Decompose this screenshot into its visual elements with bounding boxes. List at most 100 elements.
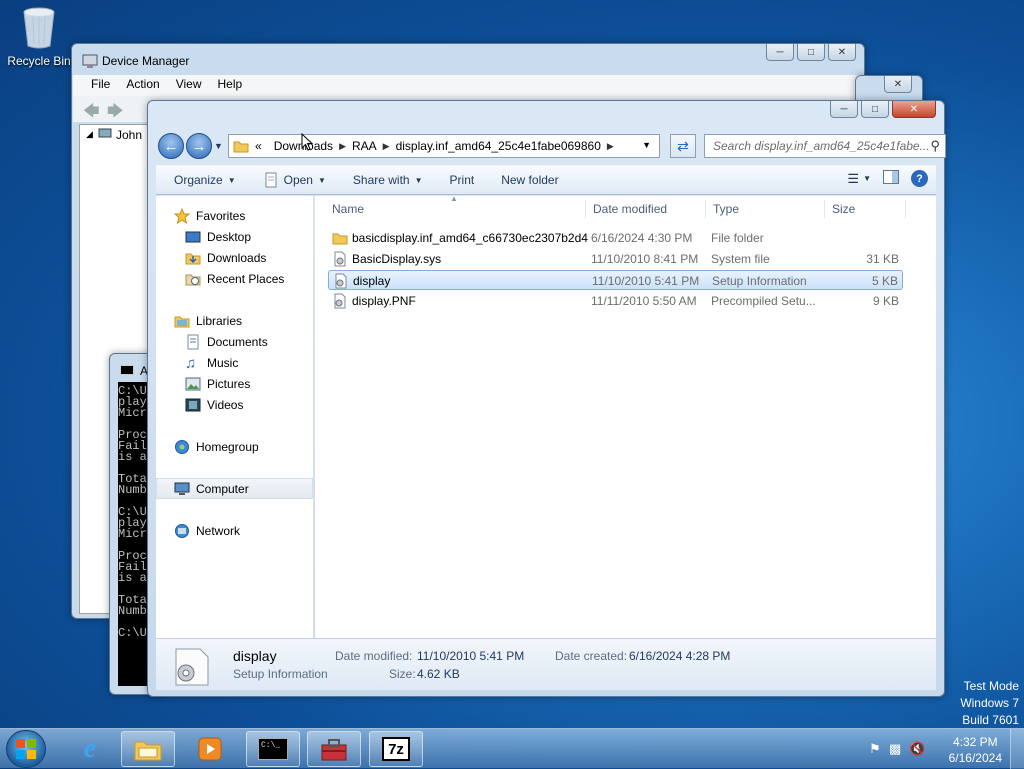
7zip-taskbar-button[interactable]: 7z [369,731,423,767]
close-button[interactable]: ✕ [892,101,936,118]
volume-muted-icon[interactable]: 🔇 [909,741,925,757]
watermark-line: Test Mode [963,679,1019,693]
preview-pane-icon[interactable] [883,170,899,187]
details-date-created-value: 6/16/2024 4:28 PM [629,649,731,663]
recycle-bin-desktop-icon[interactable]: Recycle Bin [4,6,74,68]
nav-downloads[interactable]: Downloads [156,247,313,268]
system-tray: ⚑ ▩ 🔇 4:32 PM 6/16/2024 [854,729,1024,769]
explorer-taskbar-button[interactable] [121,731,175,767]
breadcrumb-chevron-icon[interactable]: ▶ [607,141,614,152]
maximize-button[interactable]: □ [861,101,889,118]
file-date-modified: 11/11/2010 5:50 AM [591,294,697,308]
nav-homegroup[interactable]: Homegroup [156,436,313,457]
forward-arrow-icon[interactable]: 🡆 [107,100,124,127]
nav-pictures[interactable]: Pictures [156,373,313,394]
search-icon[interactable]: ⚲ [930,138,940,154]
videos-icon [185,397,201,413]
setup-info-icon [333,273,349,292]
refresh-button[interactable]: ⇄ [670,134,696,158]
file-row[interactable]: display.PNF 11/11/2010 5:50 AM Precompiled… [328,291,903,311]
breadcrumb-overflow[interactable]: « [249,139,268,153]
dropdown-arrow-icon: ▼ [317,175,326,185]
recycle-bin-label: Recycle Bin [7,54,71,68]
nav-music[interactable]: ♫ Music [156,352,313,373]
menu-file[interactable]: File [83,75,118,96]
7zip-icon: 7z [382,737,410,761]
file-type: System file [711,252,770,266]
nav-recent-places[interactable]: Recent Places [156,268,313,289]
breadcrumb-chevron-icon[interactable]: ▶ [339,141,346,152]
start-button[interactable] [6,730,46,768]
collapse-arrow-icon[interactable]: ◢ [86,129,93,140]
address-dropdown-icon[interactable]: ▼ [642,140,651,150]
share-with-button[interactable]: Share with ▼ [344,173,432,187]
column-name[interactable]: Name [332,202,364,216]
back-arrow-icon[interactable]: 🡄 [83,100,100,127]
print-button[interactable]: Print [441,173,484,187]
downloads-folder-icon [185,250,201,266]
change-view-icon[interactable]: ☰ [847,171,859,187]
windows-logo-icon [16,739,36,759]
refresh-icon: ⇄ [677,137,689,154]
network-status-icon[interactable]: ▩ [889,741,901,757]
nav-desktop[interactable]: Desktop [156,226,313,247]
search-input[interactable]: Search display.inf_amd64_25c4e1fabe... ⚲ [704,134,946,158]
file-date-modified: 11/10/2010 8:41 PM [591,252,699,266]
menu-view[interactable]: View [168,75,210,96]
minimize-button[interactable]: ─ [830,101,858,118]
organize-label: Organize [174,173,223,187]
open-button[interactable]: Open ▼ [254,172,335,188]
clock[interactable]: 4:32 PM 6/16/2024 [949,734,1002,766]
file-type: Setup Information [712,274,807,288]
column-type[interactable]: Type [713,202,739,216]
file-row[interactable]: display 11/10/2010 5:41 PM Setup Informati… [328,270,903,290]
help-icon[interactable]: ? [911,170,928,187]
nav-label: Pictures [207,376,251,391]
nav-videos[interactable]: Videos [156,394,313,415]
explorer-window[interactable]: ─ □ ✕ ← → ▼ « Downloads ▶ RAA ▶ display.… [147,100,946,697]
internet-explorer-taskbar-button[interactable]: e [70,733,110,765]
media-player-taskbar-button[interactable] [190,733,230,765]
file-row[interactable]: basicdisplay.inf_amd64_c66730ec2307b2d4 6… [328,228,903,248]
file-list-pane[interactable]: Name ▲ Date modified Type Size basicdisp… [315,194,936,638]
recent-pages-chevron-icon[interactable]: ▼ [214,141,223,151]
view-options-chevron-icon[interactable]: ▼ [863,174,871,183]
close-button[interactable]: ✕ [828,44,856,61]
file-size: 9 KB [872,294,899,308]
libraries-icon [174,313,190,329]
column-header-row: Name ▲ Date modified Type Size [315,194,936,222]
navigation-pane[interactable]: Favorites Desktop Downloads Recent Place… [156,196,314,638]
column-date-modified[interactable]: Date modified [593,202,667,216]
nav-label: Libraries [196,313,243,328]
breadcrumb-current-folder[interactable]: display.inf_amd64_25c4e1fabe069860 [390,139,607,153]
column-size[interactable]: Size [832,202,855,216]
maximize-button[interactable]: □ [797,44,825,61]
new-folder-button[interactable]: New folder [492,173,567,187]
nav-documents[interactable]: Documents [156,331,313,352]
menu-help[interactable]: Help [210,75,251,96]
file-name: BasicDisplay.sys [352,252,442,266]
file-row[interactable]: BasicDisplay.sys 11/10/2010 8:41 PM System… [328,249,903,269]
forward-button[interactable]: → [186,133,212,159]
show-desktop-button[interactable] [1010,729,1024,769]
computer-icon [174,481,190,497]
tree-root-label[interactable]: John [116,128,142,142]
minimize-button[interactable]: ─ [766,44,794,61]
menu-action[interactable]: Action [118,75,167,96]
nav-favorites[interactable]: Favorites [156,205,313,226]
nav-computer[interactable]: Computer [156,478,313,499]
nav-network[interactable]: Network [156,520,313,541]
address-bar[interactable]: « Downloads ▶ RAA ▶ display.inf_amd64_25… [228,134,660,158]
breadcrumb-chevron-icon[interactable]: ▶ [383,141,390,152]
nav-label: Favorites [196,208,246,223]
search-placeholder: Search display.inf_amd64_25c4e1fabe... [713,139,930,153]
details-date-created-label: Date created: [555,649,628,663]
breadcrumb-raa[interactable]: RAA [346,139,383,153]
nav-libraries[interactable]: Libraries [156,310,313,331]
organize-button[interactable]: Organize ▼ [165,173,245,187]
background-window-close-button[interactable]: ✕ [884,76,912,93]
action-center-flag-icon[interactable]: ⚑ [869,741,881,757]
back-button[interactable]: ← [158,133,184,159]
cmd-taskbar-button[interactable]: C:\_ [246,731,300,767]
device-manager-taskbar-button[interactable] [307,731,361,767]
